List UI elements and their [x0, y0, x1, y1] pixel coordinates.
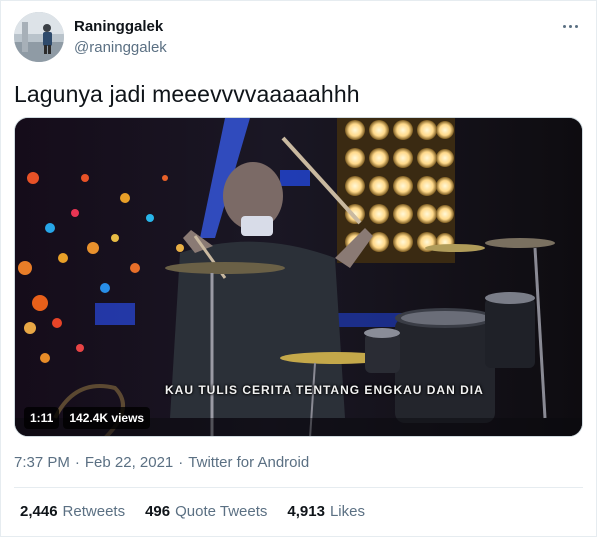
divider [14, 487, 583, 488]
meta-separator: · [74, 454, 80, 471]
avatar[interactable] [14, 12, 64, 62]
tweet-meta: 7:37 PM · Feb 22, 2021 · Twitter for And… [14, 454, 309, 471]
meta-separator: · [178, 454, 184, 471]
tweet-stats: 2,446 Retweets 496 Quote Tweets 4,913 Li… [20, 503, 365, 520]
video-subtitle: KAU TULIS CERITA TENTANG ENGKAU DAN DIA [165, 383, 484, 397]
quote-tweets-stat[interactable]: 496 Quote Tweets [145, 503, 267, 520]
quote-tweets-label: Quote Tweets [175, 503, 268, 520]
likes-label: Likes [329, 503, 365, 520]
video-views: 142.4K views [63, 407, 151, 429]
video-player[interactable]: KAU TULIS CERITA TENTANG ENGKAU DAN DIA … [14, 117, 583, 437]
likes-count: 4,913 [287, 503, 325, 520]
retweets-stat[interactable]: 2,446 Retweets [20, 503, 125, 520]
more-horizontal-icon[interactable] [563, 21, 581, 31]
tweet-card: Raninggalek @raninggalek Lagunya jadi me… [0, 0, 597, 537]
retweets-label: Retweets [62, 503, 126, 520]
author-name[interactable]: Raninggalek [74, 18, 163, 35]
video-duration: 1:11 [24, 407, 60, 429]
dot [575, 24, 578, 28]
quote-tweets-count: 496 [145, 503, 171, 520]
tweet-source[interactable]: Twitter for Android [188, 454, 309, 471]
dot [569, 24, 572, 28]
tweet-text: Lagunya jadi meeevvvvaaaaahhh [14, 81, 360, 107]
likes-stat[interactable]: 4,913 Likes [287, 503, 365, 520]
author-handle[interactable]: @raninggalek [74, 39, 167, 56]
video-badges: 1:11 142.4K views [24, 407, 151, 429]
dot [563, 24, 566, 28]
avatar-image [14, 12, 64, 62]
tweet-time[interactable]: 7:37 PM [14, 454, 70, 471]
tweet-date[interactable]: Feb 22, 2021 [85, 454, 173, 471]
retweets-count: 2,446 [20, 503, 58, 520]
